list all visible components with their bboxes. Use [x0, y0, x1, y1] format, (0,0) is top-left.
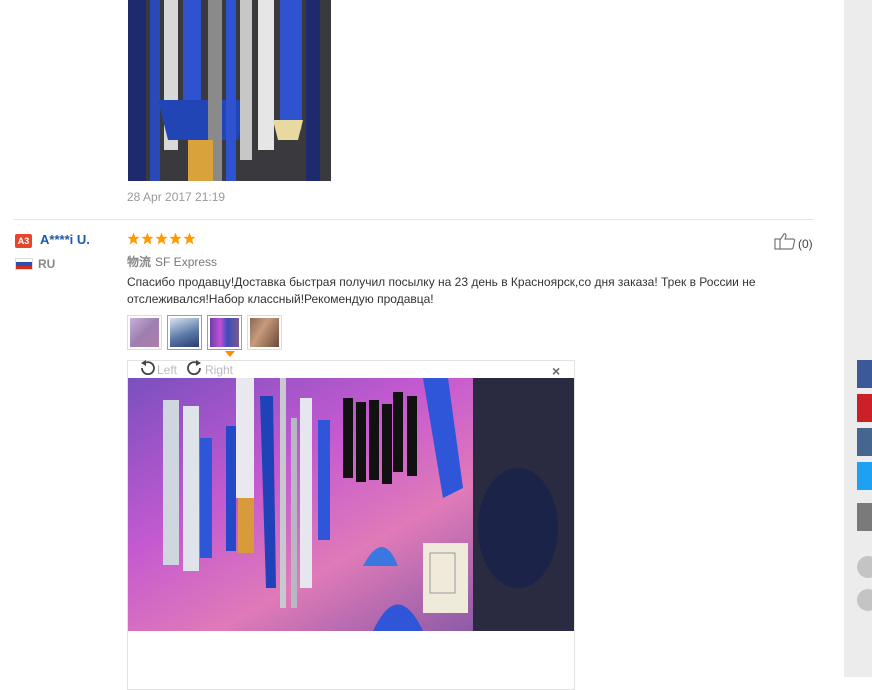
reviewer-name[interactable]: A****i U. — [40, 232, 90, 247]
rating-stars — [127, 232, 196, 245]
review-divider — [14, 219, 814, 220]
review-text: Спасибо продавцу!Доставка быстрая получи… — [127, 275, 756, 306]
close-viewer-button[interactable]: × — [552, 363, 560, 379]
rotate-left-button[interactable]: Left — [138, 360, 178, 379]
twitter-icon[interactable] — [857, 462, 872, 490]
star-icon — [127, 232, 140, 245]
pinterest-icon[interactable] — [857, 394, 872, 422]
reviewer-country: RU — [38, 257, 56, 271]
facebook-icon[interactable] — [857, 360, 872, 388]
shipping-method: SF Express — [155, 255, 218, 269]
vk-icon[interactable] — [857, 428, 872, 456]
review-thumbnail[interactable] — [127, 315, 162, 350]
helpful-count: (0) — [798, 236, 813, 251]
review-photo-large[interactable] — [128, 378, 574, 631]
shipping-info: 物流 SF Express — [127, 253, 217, 270]
rotate-right-icon — [186, 360, 204, 379]
image-viewer: Left Right × — [127, 360, 575, 690]
russia-flag-icon — [15, 258, 33, 270]
star-icon — [183, 232, 196, 245]
shipping-label: 物流 — [127, 255, 152, 269]
thumbs-up-icon — [774, 232, 796, 255]
star-icon — [155, 232, 168, 245]
more-icon[interactable] — [857, 503, 872, 531]
review-thumbnails — [127, 315, 282, 350]
star-icon — [141, 232, 154, 245]
rotate-left-icon — [138, 360, 156, 379]
scroll-top-icon[interactable] — [857, 589, 872, 611]
rotate-right-label: Right — [205, 362, 234, 377]
helpful-button[interactable]: (0) — [774, 232, 813, 255]
star-icon — [169, 232, 182, 245]
close-circle-icon[interactable] — [857, 556, 872, 578]
previous-review-photo[interactable] — [128, 0, 331, 181]
previous-review-date: 28 Apr 2017 21:19 — [127, 190, 226, 204]
rotate-right-button[interactable]: Right — [186, 360, 234, 379]
selected-thumbnail-caret — [225, 351, 235, 357]
reviewer-level-badge: A3 — [15, 234, 32, 248]
rotate-left-label: Left — [157, 362, 178, 377]
review-thumbnail-selected[interactable] — [207, 315, 242, 350]
review-thumbnail[interactable] — [167, 315, 202, 350]
review-thumbnail[interactable] — [247, 315, 282, 350]
